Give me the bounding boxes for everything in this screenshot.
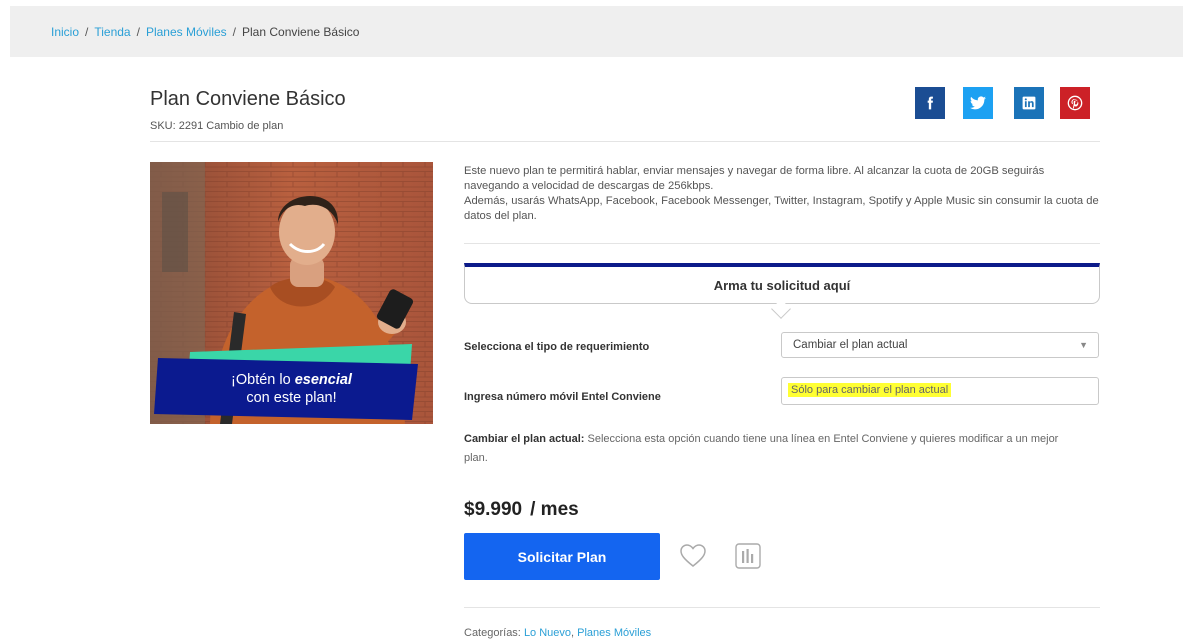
solicitar-plan-label: Solicitar Plan bbox=[517, 548, 607, 565]
divider bbox=[150, 141, 1100, 142]
banner-line1-prefix: ¡Obtén lo bbox=[231, 372, 295, 388]
breadcrumb-link-planes-moviles[interactable]: Planes Móviles bbox=[146, 25, 227, 39]
facebook-icon bbox=[927, 96, 933, 110]
share-facebook-button[interactable] bbox=[915, 87, 945, 119]
product-categories: Categorías: Lo Nuevo, Planes Móviles bbox=[464, 627, 652, 639]
categories-label: Categorías: bbox=[464, 627, 521, 639]
product-sku: SKU: 2291 Cambio de plan bbox=[150, 120, 284, 132]
request-type-selected: Cambiar el plan actual bbox=[793, 339, 908, 351]
mobile-number-placeholder: Sólo para cambiar el plan actual bbox=[788, 383, 952, 397]
breadcrumb-separator: / bbox=[232, 24, 236, 39]
help-title: Cambiar el plan actual: bbox=[464, 433, 585, 445]
breadcrumb-separator: / bbox=[136, 24, 140, 39]
breadcrumb-separator: / bbox=[85, 24, 89, 39]
breadcrumb-link-tienda[interactable]: Tienda bbox=[94, 25, 130, 39]
breadcrumb-link-inicio[interactable]: Inicio bbox=[51, 25, 79, 39]
category-link-planes-moviles[interactable]: Planes Móviles bbox=[577, 627, 651, 639]
linkedin-icon bbox=[1022, 96, 1036, 110]
banner-line1-emph: esencial bbox=[294, 372, 352, 388]
price: $9.990 / mes bbox=[464, 499, 579, 521]
mobile-number-label: Ingresa número móvil Entel Conviene bbox=[464, 391, 661, 403]
price-period: / mes bbox=[530, 499, 579, 520]
twitter-icon bbox=[970, 96, 986, 110]
heart-icon[interactable] bbox=[678, 541, 708, 571]
request-form-heading-text: Arma tu solicitud aquí bbox=[713, 277, 851, 293]
share-pinterest-button[interactable] bbox=[1060, 87, 1090, 119]
compare-icon[interactable] bbox=[735, 543, 761, 569]
request-type-select[interactable]: Cambiar el plan actual ▼ bbox=[781, 332, 1099, 358]
banner-text: ¡Obtén lo esencial con este plan! bbox=[150, 371, 433, 407]
share-twitter-button[interactable] bbox=[963, 87, 993, 119]
banner-line2: con este plan! bbox=[246, 390, 337, 406]
product-description: Este nuevo plan te permitirá hablar, env… bbox=[464, 164, 1100, 224]
help-text: Cambiar el plan actual: Selecciona esta … bbox=[464, 430, 1084, 468]
breadcrumb: Inicio / Tienda / Planes Móviles / Plan … bbox=[10, 6, 1183, 57]
solicitar-plan-button[interactable]: Solicitar Plan bbox=[464, 533, 660, 580]
breadcrumb-current: Plan Conviene Básico bbox=[242, 24, 360, 39]
product-image: ¡Obtén lo esencial con este plan! bbox=[150, 162, 433, 424]
description-paragraph-1: Este nuevo plan te permitirá hablar, env… bbox=[464, 165, 1045, 192]
request-type-label: Selecciona el tipo de requerimiento bbox=[464, 341, 650, 353]
page-title: Plan Conviene Básico bbox=[150, 88, 346, 110]
description-paragraph-2: Además, usarás WhatsApp, Facebook, Faceb… bbox=[464, 195, 1099, 222]
divider bbox=[464, 607, 1100, 608]
divider bbox=[464, 243, 1100, 244]
pinterest-icon bbox=[1067, 95, 1083, 111]
request-form-heading: Arma tu solicitud aquí bbox=[464, 263, 1100, 304]
share-linkedin-button[interactable] bbox=[1014, 87, 1044, 119]
price-amount: $9.990 bbox=[464, 499, 523, 520]
mobile-number-input[interactable]: Sólo para cambiar el plan actual bbox=[781, 377, 1099, 405]
category-link-lo-nuevo[interactable]: Lo Nuevo bbox=[524, 627, 571, 639]
chevron-down-icon: ▼ bbox=[1079, 340, 1088, 350]
